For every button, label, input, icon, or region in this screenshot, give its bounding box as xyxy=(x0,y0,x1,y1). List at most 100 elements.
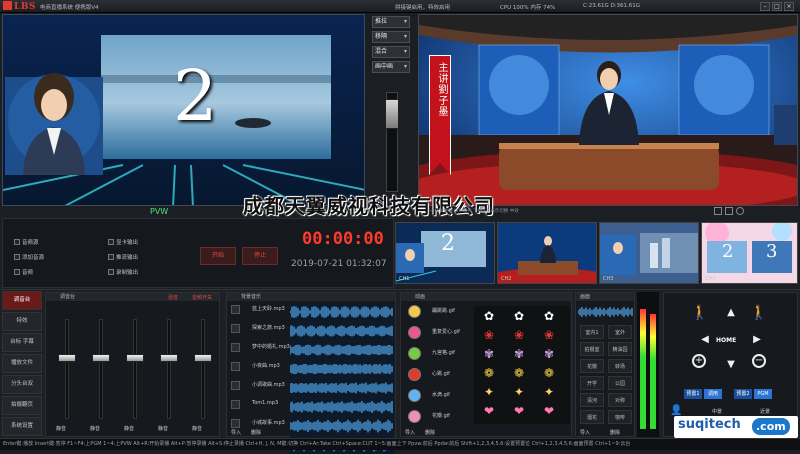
fader-channel-1[interactable]: 静音 xyxy=(50,311,84,432)
menu-item-split[interactable]: 分头台双 xyxy=(2,375,42,394)
menu-item-settings[interactable]: 系统设置 xyxy=(2,417,42,436)
fx-row[interactable]: 水滴.gif xyxy=(402,387,472,405)
program-monitor[interactable]: 主讲劉子墨 xyxy=(418,14,798,206)
mute-button[interactable]: 静音 xyxy=(158,425,168,432)
preset-close[interactable]: 近景 xyxy=(760,408,770,415)
preset-medium[interactable]: 中景 xyxy=(712,408,722,415)
scene-item[interactable]: 拍摄室 xyxy=(580,342,604,356)
check-add-audio[interactable]: 添加音源 xyxy=(14,253,69,262)
mixer-tab-switch[interactable]: 音频开关 xyxy=(192,294,212,301)
scene-item[interactable]: 花瓣 xyxy=(580,359,604,373)
fader-knob[interactable] xyxy=(194,353,212,362)
sticker-icon[interactable]: ❁ xyxy=(480,365,498,381)
home-button[interactable]: HOME xyxy=(716,337,736,344)
sticker-icon[interactable]: ✦ xyxy=(480,384,498,400)
fx-row[interactable]: 蹦跳跳.gif xyxy=(402,303,472,321)
play-icon[interactable] xyxy=(231,305,240,314)
check-stream-output[interactable]: 推流输出 xyxy=(108,253,163,262)
play-icon[interactable] xyxy=(231,362,240,371)
mixer-tab-mix[interactable]: 混音 xyxy=(168,294,178,301)
sticker-grid[interactable]: ✿ ✿ ✿ ❀ ❀ ❀ ✾ ✾ ✾ ❁ ❁ ❁ ✦ ✦ ✦ ❤ ❤ ❤ xyxy=(474,306,570,424)
fader-channel-3[interactable]: 静音 xyxy=(118,311,152,432)
fx-import-button[interactable]: 导入 xyxy=(405,429,415,436)
fx-row[interactable]: 重复爱心.gif xyxy=(402,324,472,342)
sticker-icon[interactable]: ❀ xyxy=(540,327,558,343)
arrow-up-icon[interactable]: ▲ xyxy=(724,307,738,318)
mute-button[interactable]: 静音 xyxy=(56,425,66,432)
check-audio[interactable]: 音频 xyxy=(14,268,69,277)
zoom-out-icon[interactable]: − xyxy=(752,354,766,368)
sticker-icon[interactable]: ✾ xyxy=(480,346,498,362)
preview-monitor[interactable]: 2 xyxy=(2,14,365,206)
call-button[interactable]: 调用 xyxy=(704,389,722,399)
transition-push-button[interactable]: 推拉 xyxy=(372,16,410,28)
t-bar-slider[interactable] xyxy=(385,92,399,192)
fader-knob[interactable] xyxy=(126,353,144,362)
preset-2-button[interactable]: 预置2 xyxy=(734,389,752,399)
track-row[interactable]: 小夜曲.mp3 xyxy=(228,360,396,378)
play-icon[interactable] xyxy=(231,419,240,428)
sticker-icon[interactable]: ❤ xyxy=(510,403,528,419)
pgm-button[interactable]: PGM xyxy=(754,389,772,399)
check-display-output[interactable]: 显卡输出 xyxy=(108,238,163,247)
fx-row[interactable]: 九宫格.gif xyxy=(402,345,472,363)
expand-icon[interactable] xyxy=(725,207,733,215)
sticker-icon[interactable]: ❀ xyxy=(480,327,498,343)
sticker-icon[interactable]: ✿ xyxy=(480,308,498,324)
mute-button[interactable]: 静音 xyxy=(90,425,100,432)
arrow-down-icon[interactable]: ▼ xyxy=(724,359,738,370)
channel-thumb-1[interactable]: 2 CH1 xyxy=(395,222,495,284)
menu-item-play-file[interactable]: 播放文件 xyxy=(2,354,42,373)
close-button[interactable]: × xyxy=(784,2,794,11)
play-icon[interactable] xyxy=(231,324,240,333)
track-row[interactable]: 探索之旅.mp3 xyxy=(228,322,396,340)
transition-wipe-button[interactable]: 移隔 xyxy=(372,31,410,43)
start-button[interactable]: 开始 xyxy=(200,247,236,265)
preset-1-button[interactable]: 预置1 xyxy=(684,389,702,399)
sticker-icon[interactable]: ❤ xyxy=(480,403,498,419)
check-audio-source[interactable]: 音频源 xyxy=(14,238,69,247)
scene-item[interactable]: 咖啡 xyxy=(608,410,632,424)
play-icon[interactable] xyxy=(231,343,240,352)
sticker-icon[interactable]: ❁ xyxy=(510,365,528,381)
sticker-icon[interactable]: ✿ xyxy=(540,308,558,324)
channel-thumb-3[interactable]: CH3 xyxy=(599,222,699,284)
sticker-icon[interactable]: ❁ xyxy=(540,365,558,381)
track-row[interactable]: Tom1.mp3 xyxy=(228,398,396,416)
scene-item[interactable]: 清河 xyxy=(580,393,604,407)
sticker-icon[interactable]: ✦ xyxy=(540,384,558,400)
scene-item[interactable]: 公园 xyxy=(608,376,632,390)
fx-row[interactable]: 花瓣.gif xyxy=(402,408,472,426)
channel-thumb-2[interactable]: CH2 xyxy=(497,222,597,284)
fx-delete-button[interactable]: 删除 xyxy=(425,429,435,436)
arrow-left-icon[interactable]: ◀ xyxy=(698,334,712,345)
track-row[interactable]: 梦中的婚礼.mp3 xyxy=(228,341,396,359)
sticker-icon[interactable]: ❀ xyxy=(510,327,528,343)
mute-button[interactable]: 静音 xyxy=(192,425,202,432)
sticker-icon[interactable]: ✾ xyxy=(540,346,558,362)
fader-knob[interactable] xyxy=(58,353,76,362)
play-icon[interactable] xyxy=(231,381,240,390)
fx-row[interactable]: 心跳.gif xyxy=(402,366,472,384)
person-walk-left-icon[interactable]: 🚶 xyxy=(691,305,708,321)
play-icon[interactable] xyxy=(231,400,240,409)
scene-import-button[interactable]: 导入 xyxy=(580,429,590,436)
stop-button[interactable]: 停止 xyxy=(242,247,278,265)
bgmusic-delete-button[interactable]: 删除 xyxy=(251,429,261,436)
fader-knob[interactable] xyxy=(160,353,178,362)
track-row[interactable]: 小调歌曲.mp3 xyxy=(228,379,396,397)
restore-button[interactable]: □ xyxy=(772,2,782,11)
scene-item[interactable]: 烟花 xyxy=(580,410,604,424)
settings-icon[interactable] xyxy=(736,207,744,215)
scene-item[interactable]: 开学 xyxy=(580,376,604,390)
sticker-icon[interactable]: ✦ xyxy=(510,384,528,400)
check-record-output[interactable]: 录制输出 xyxy=(108,268,163,277)
sticker-icon[interactable]: ❤ xyxy=(540,403,558,419)
sticker-icon[interactable]: ✾ xyxy=(510,346,528,362)
scene-item[interactable]: 对称 xyxy=(608,393,632,407)
scene-item[interactable]: 转场 xyxy=(608,359,632,373)
fader-channel-5[interactable]: 静音 xyxy=(186,311,220,432)
sticker-icon[interactable]: ✿ xyxy=(510,308,528,324)
track-row[interactable]: 蓝上天聆.mp3 xyxy=(228,303,396,321)
fader-knob[interactable] xyxy=(92,353,110,362)
